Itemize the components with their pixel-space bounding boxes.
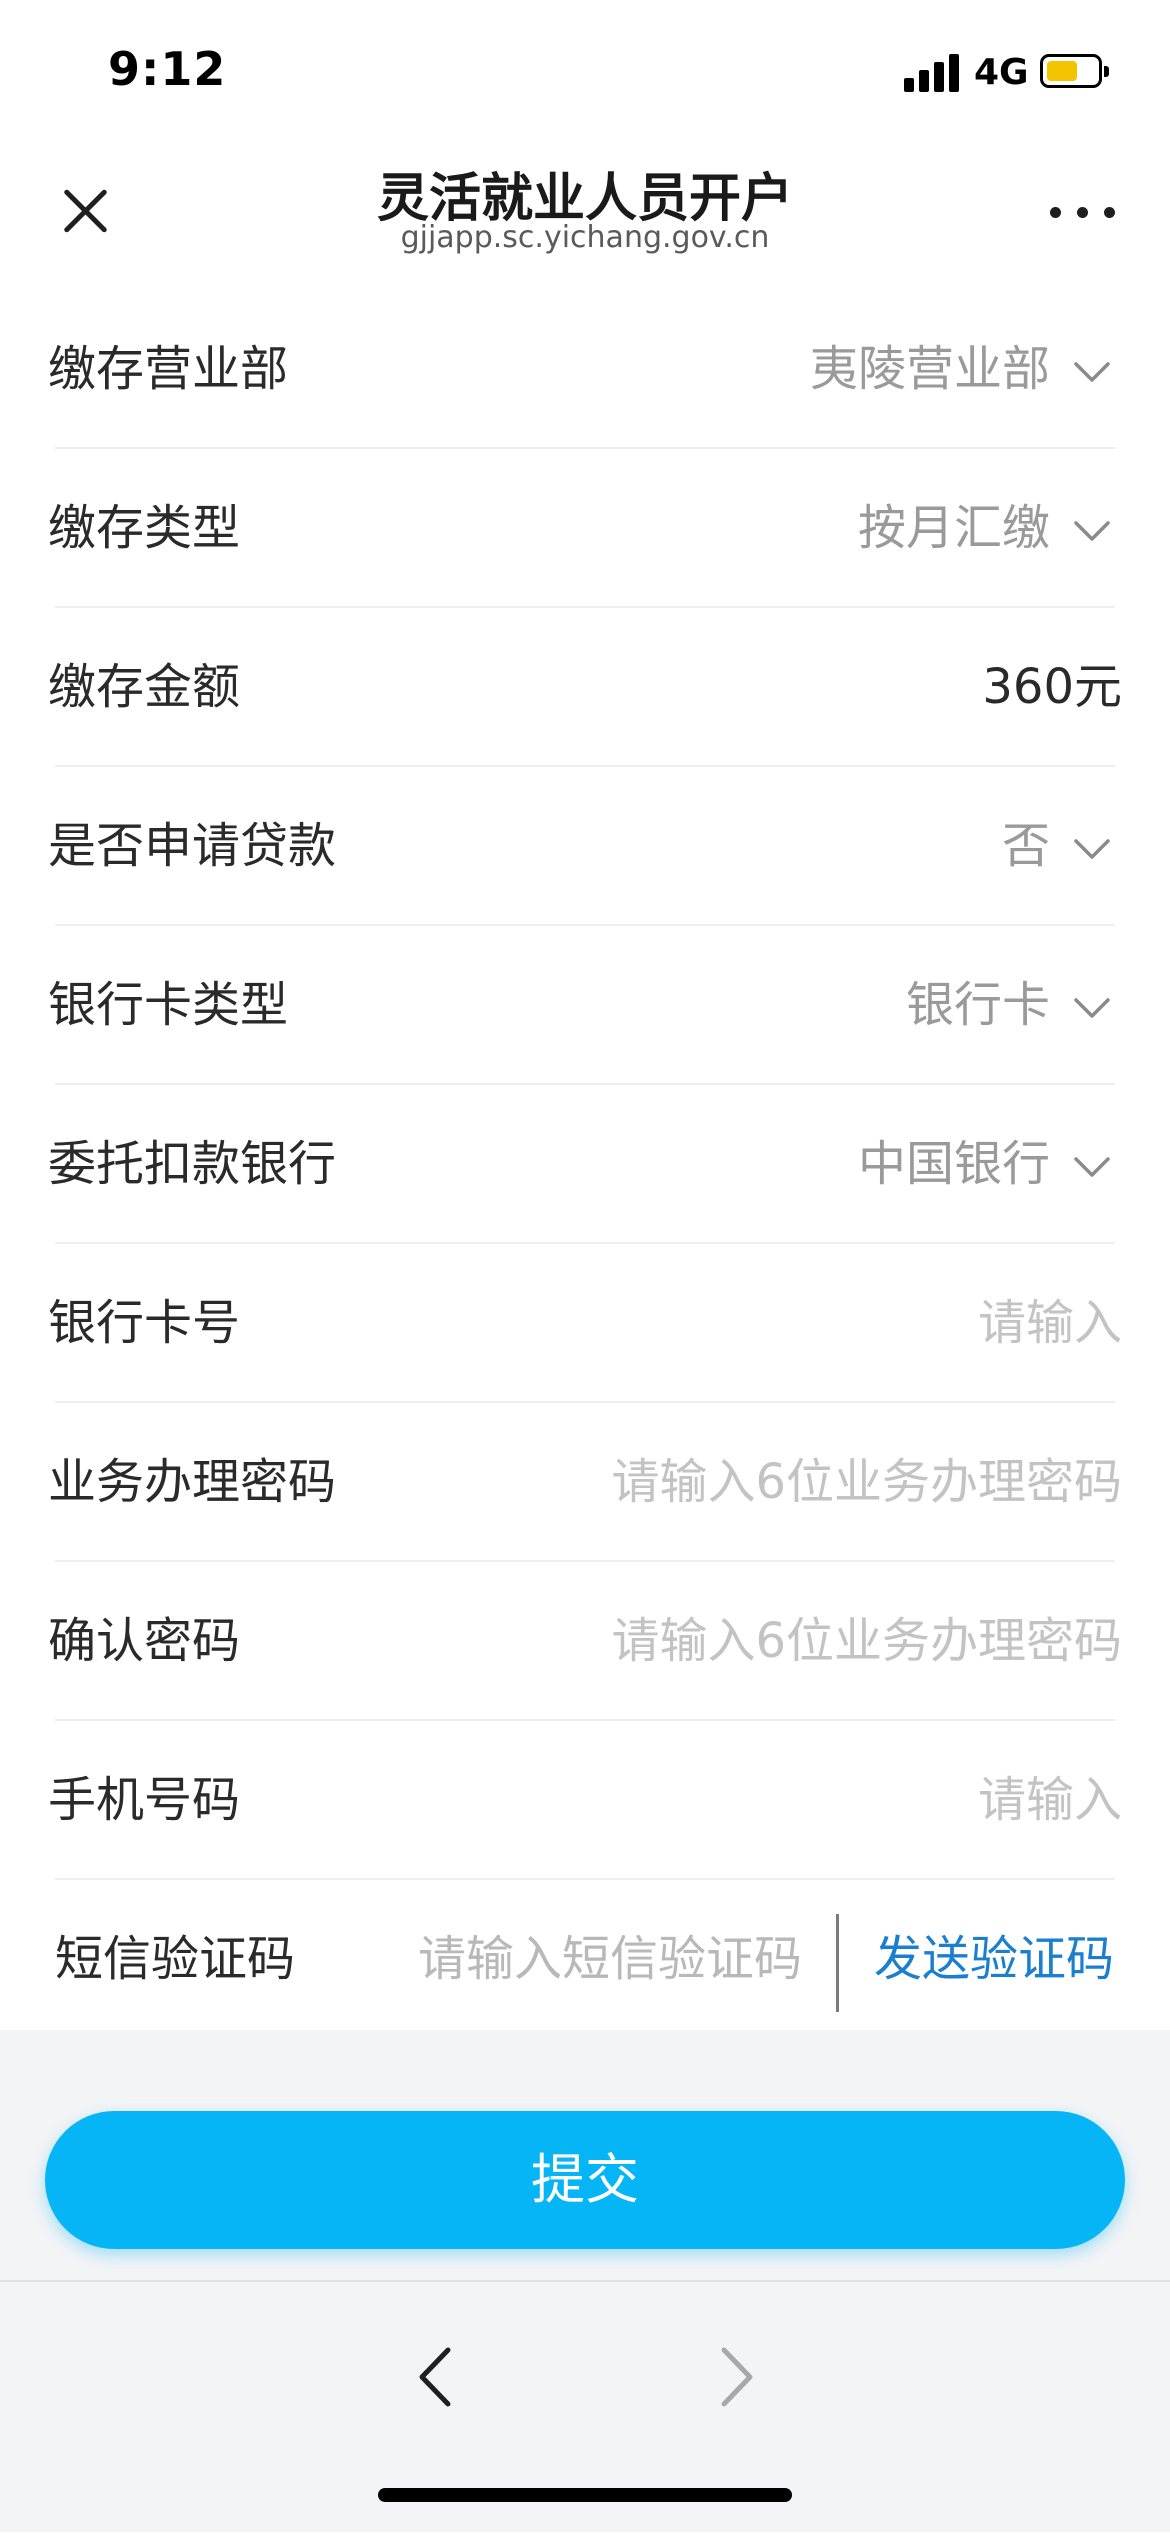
- row-sms-code: 短信验证码 请输入短信验证码 发送验证码: [0, 1880, 1170, 2039]
- row-label: 短信验证码: [55, 1931, 296, 1987]
- row-label: 确认密码: [48, 1613, 241, 1669]
- row-label: 业务办理密码: [48, 1454, 337, 1510]
- row-apply-loan[interactable]: 是否申请贷款 否: [0, 767, 1170, 926]
- battery-icon: [1040, 54, 1109, 88]
- row-label: 缴存金额: [48, 659, 241, 715]
- row-phone[interactable]: 手机号码 请输入: [0, 1721, 1170, 1880]
- row-card-number[interactable]: 银行卡号 请输入: [0, 1244, 1170, 1403]
- chevron-down-icon[interactable]: [1072, 988, 1112, 1028]
- row-card-type[interactable]: 银行卡类型 银行卡: [0, 926, 1170, 1085]
- row-label: 是否申请贷款: [48, 818, 337, 874]
- more-dots-icon[interactable]: [1050, 196, 1116, 226]
- row-debit-bank[interactable]: 委托扣款银行 中国银行: [0, 1085, 1170, 1244]
- row-label: 缴存营业部: [48, 341, 289, 397]
- browser-toolbar: [0, 2280, 1170, 2534]
- send-code-button[interactable]: 发送验证码: [874, 1880, 1114, 2039]
- row-label: 缴存类型: [48, 500, 241, 556]
- chevron-down-icon[interactable]: [1072, 1147, 1112, 1187]
- chevron-down-icon[interactable]: [1072, 352, 1112, 392]
- row-select-value[interactable]: 银行卡: [906, 926, 1050, 1085]
- phone-input[interactable]: 请输入: [978, 1721, 1122, 1880]
- chevron-down-icon[interactable]: [1072, 511, 1112, 551]
- row-label: 手机号码: [48, 1772, 241, 1828]
- chevron-right-icon[interactable]: [712, 2342, 762, 2412]
- row-label: 银行卡类型: [48, 977, 289, 1033]
- signal-icon: [904, 54, 960, 92]
- row-select-value[interactable]: 夷陵营业部: [810, 290, 1050, 449]
- account-form: 缴存营业部 夷陵营业部 缴存类型 按月汇缴 缴存金额 360元 是否申请贷款 否…: [0, 290, 1170, 2039]
- row-confirm-password[interactable]: 确认密码 请输入6位业务办理密码: [0, 1562, 1170, 1721]
- network-type: 4G: [974, 52, 1029, 93]
- service-password-input[interactable]: 请输入6位业务办理密码: [611, 1403, 1122, 1562]
- page-url: gjjapp.sc.yichang.gov.cn: [400, 220, 770, 255]
- sms-code-input[interactable]: 请输入短信验证码: [418, 1880, 802, 2039]
- divider: [836, 1914, 839, 2012]
- row-amount-value: 360元: [982, 659, 1122, 715]
- status-bar: 9:12 4G: [0, 0, 1170, 140]
- row-select-value[interactable]: 中国银行: [858, 1085, 1050, 1244]
- row-select-value[interactable]: 按月汇缴: [858, 449, 1050, 608]
- bottom-area: 提交: [0, 2030, 1170, 2532]
- battery-level: [1047, 61, 1077, 81]
- row-deposit-amount: 缴存金额 360元: [0, 608, 1170, 767]
- home-indicator: [378, 2488, 792, 2502]
- card-number-input[interactable]: 请输入: [978, 1244, 1122, 1403]
- chevron-left-icon[interactable]: [410, 2342, 460, 2412]
- confirm-password-input[interactable]: 请输入6位业务办理密码: [611, 1562, 1122, 1721]
- row-service-password[interactable]: 业务办理密码 请输入6位业务办理密码: [0, 1403, 1170, 1562]
- row-deposit-branch[interactable]: 缴存营业部 夷陵营业部: [0, 290, 1170, 449]
- nav-bar: 灵活就业人员开户 gjjapp.sc.yichang.gov.cn: [0, 140, 1170, 290]
- status-time: 9:12: [108, 42, 227, 96]
- row-label: 银行卡号: [48, 1295, 241, 1351]
- chevron-down-icon[interactable]: [1072, 829, 1112, 869]
- row-deposit-type[interactable]: 缴存类型 按月汇缴: [0, 449, 1170, 608]
- submit-button[interactable]: 提交: [45, 2111, 1125, 2249]
- row-select-value[interactable]: 否: [1002, 767, 1050, 926]
- row-label: 委托扣款银行: [48, 1136, 337, 1192]
